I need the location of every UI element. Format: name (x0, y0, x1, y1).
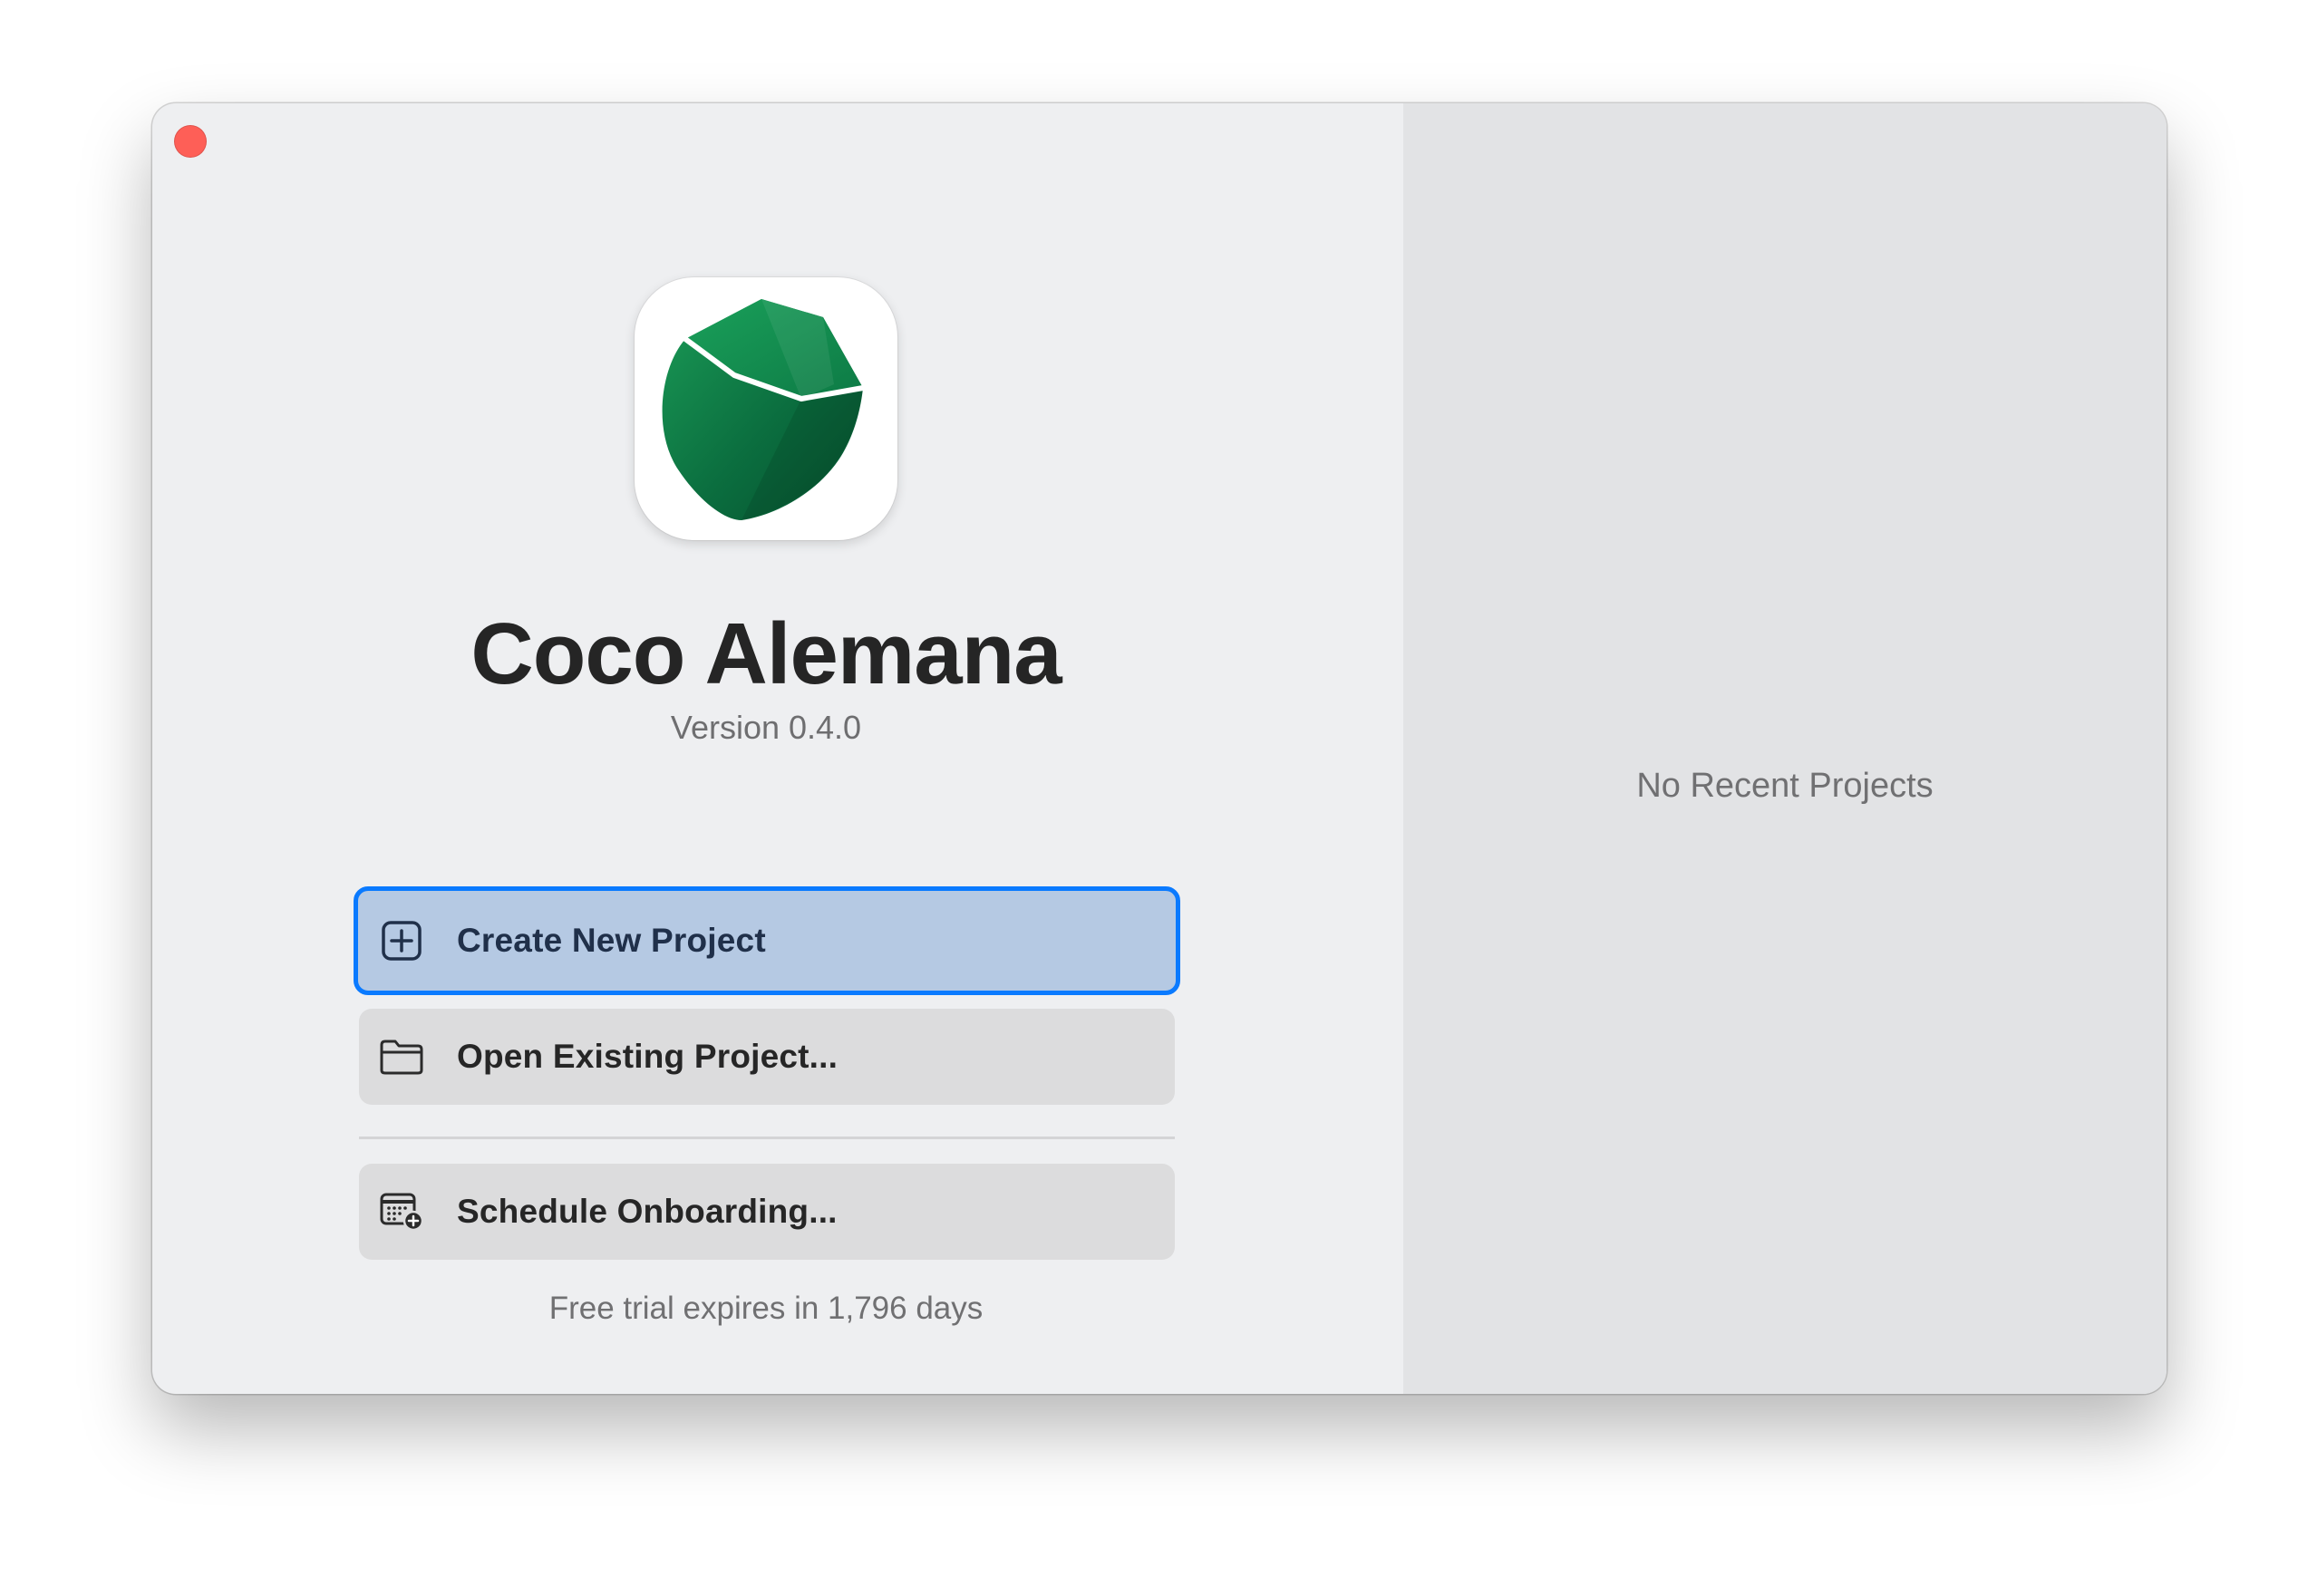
welcome-window: Coco Alemana Version 0.4.0 Create New Pr… (152, 103, 2167, 1394)
open-existing-project-button[interactable]: Open Existing Project... (359, 1009, 1175, 1105)
folder-icon (379, 1034, 424, 1079)
trial-status: Free trial expires in 1,796 days (548, 1291, 984, 1326)
plus-square-icon (379, 918, 424, 963)
calendar-plus-icon (379, 1189, 424, 1234)
recent-projects-pane: No Recent Projects (1403, 103, 2167, 1394)
schedule-onboarding-label: Schedule Onboarding... (457, 1193, 838, 1230)
create-new-project-label: Create New Project (457, 922, 766, 959)
no-recent-projects-label: No Recent Projects (1636, 767, 1934, 805)
app-version: Version 0.4.0 (670, 709, 862, 746)
coconut-icon (635, 277, 897, 540)
app-name: Coco Alemana (470, 605, 1062, 702)
create-new-project-button[interactable]: Create New Project (354, 886, 1180, 995)
open-existing-project-label: Open Existing Project... (457, 1038, 839, 1075)
divider (359, 1137, 1175, 1139)
schedule-onboarding-button[interactable]: Schedule Onboarding... (359, 1164, 1175, 1260)
welcome-pane: Coco Alemana Version 0.4.0 Create New Pr… (152, 103, 1403, 1394)
